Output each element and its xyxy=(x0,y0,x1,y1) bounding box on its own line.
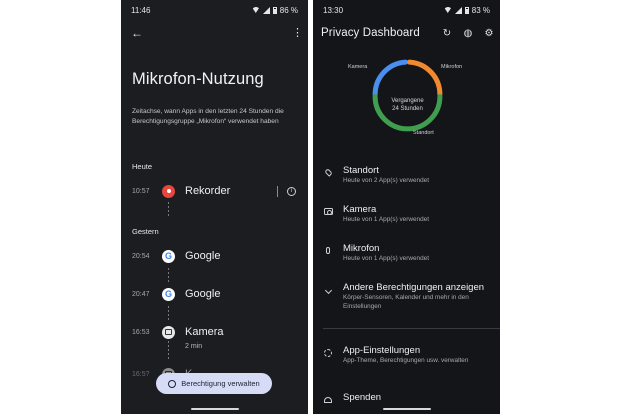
show-other-permissions[interactable]: Andere Berechtigungen anzeigen Körper-Se… xyxy=(313,282,500,311)
mic-arc xyxy=(407,59,443,97)
status-time: 13:30 xyxy=(323,5,344,15)
chevron-down-icon xyxy=(324,286,332,295)
item-subtitle: Körper-Sensoren, Kalender und mehr in de… xyxy=(343,294,469,310)
item-title: Andere Berechtigungen anzeigen xyxy=(343,282,485,293)
permission-item-microphone[interactable]: Mikrofon Heute von 1 App(s) verwendet xyxy=(313,243,500,264)
status-icons: 86 % xyxy=(251,5,298,15)
signal-icon xyxy=(262,6,270,14)
right-phone-screen: 13:30 83 % Privacy Dashboard ↻ ◍ ⚙ Kamer… xyxy=(313,0,500,414)
timeline-connector xyxy=(168,202,169,216)
entry-app: Kamera xyxy=(185,326,224,338)
entry-time: 20:54 xyxy=(132,252,150,260)
left-phone-screen: 11:46 86 % ← ⋮ Mikrofon-Nutzung Zeitachs… xyxy=(121,0,308,414)
battery-percent: 86 % xyxy=(279,5,298,15)
camera-icon xyxy=(162,325,175,339)
chart-label-location: Standort xyxy=(413,130,434,136)
section-today: Heute xyxy=(132,162,153,171)
timeline-entry[interactable]: 10:57 Rekorder i xyxy=(132,180,300,202)
app-settings-item[interactable]: App-Einstellungen App-Theme, Berechtigun… xyxy=(313,345,500,366)
camera-icon xyxy=(323,208,333,215)
battery-percent: 83 % xyxy=(471,5,490,15)
palette-icon[interactable]: ◍ xyxy=(462,27,474,39)
wifi-icon xyxy=(251,7,260,13)
chart-center-line1: Vergangene xyxy=(391,98,424,104)
item-subtitle: App-Theme, Berechtigungen usw. verwalten xyxy=(343,357,469,364)
status-time: 11:46 xyxy=(131,5,151,15)
entry-time: 20:47 xyxy=(132,290,150,298)
toolbar-actions: ↻ ◍ ⚙ xyxy=(441,27,495,39)
chart-center-line2: 24 Stunden xyxy=(392,106,423,112)
item-subtitle: Heute von 1 App(s) verwendet xyxy=(343,216,429,223)
section-yesterday: Gestern xyxy=(132,227,159,236)
item-title: App-Einstellungen xyxy=(343,345,421,356)
signal-icon xyxy=(454,6,462,14)
usage-donut-chart[interactable] xyxy=(368,55,447,134)
divider xyxy=(323,328,500,329)
entry-app: Google xyxy=(185,250,221,262)
item-subtitle: Heute von 2 App(s) verwendet xyxy=(343,177,429,184)
permission-item-location[interactable]: Standort Heute von 2 App(s) verwendet xyxy=(313,165,500,186)
timeline-entry[interactable]: 16:53 Kamera xyxy=(132,321,300,343)
timeline-entry[interactable]: 20:47 G Google xyxy=(132,283,300,305)
entry-app: Google xyxy=(185,288,221,300)
chart-label-camera: Kamera xyxy=(348,64,368,70)
recorder-icon xyxy=(162,184,175,198)
manage-permission-button[interactable]: Berechtigung verwalten xyxy=(156,373,272,394)
page-title: Privacy Dashboard xyxy=(321,27,420,39)
timeline-connector xyxy=(168,306,169,320)
settings-icon[interactable]: ⚙ xyxy=(483,27,495,39)
home-indicator[interactable] xyxy=(382,407,431,410)
status-icons: 83 % xyxy=(443,5,490,15)
timeline-connector xyxy=(168,268,169,282)
status-bar: 13:30 83 % xyxy=(313,0,500,20)
battery-icon xyxy=(464,6,469,14)
item-title: Standort xyxy=(343,165,379,176)
chart-label-mic: Mikrofon xyxy=(441,64,463,70)
donate-item[interactable]: Spenden xyxy=(313,392,500,404)
entry-time: 16:53 xyxy=(132,328,150,336)
home-indicator[interactable] xyxy=(190,407,239,410)
entry-time: 10:57 xyxy=(132,187,150,195)
permission-item-camera[interactable]: Kamera Heute von 1 App(s) verwendet xyxy=(313,204,500,225)
camera-arc xyxy=(372,59,408,97)
battery-icon xyxy=(272,6,277,14)
timeline-connector xyxy=(168,341,169,359)
gear-icon xyxy=(324,349,332,357)
heart-icon xyxy=(324,397,332,403)
manage-permission-label: Berechtigung verwalten xyxy=(181,379,260,388)
entry-duration: 2 min xyxy=(185,343,203,350)
item-title: Mikrofon xyxy=(343,243,380,254)
location-icon xyxy=(323,168,333,177)
more-options-icon[interactable]: ⋮ xyxy=(292,25,303,41)
divider xyxy=(277,185,278,197)
refresh-icon[interactable]: ↻ xyxy=(441,27,453,39)
info-icon[interactable]: i xyxy=(287,186,296,196)
item-title: Kamera xyxy=(343,204,377,215)
page-description: Zeitachse, wann Apps in den letzten 24 S… xyxy=(132,108,284,125)
entry-app: Rekorder xyxy=(185,185,231,197)
back-arrow-icon[interactable]: ← xyxy=(129,25,145,41)
page-title: Mikrofon-Nutzung xyxy=(132,70,264,88)
google-icon: G xyxy=(162,249,175,263)
wifi-icon xyxy=(443,7,452,13)
google-icon: G xyxy=(162,287,175,301)
status-bar: 11:46 86 % xyxy=(121,0,308,20)
item-subtitle: Heute von 1 App(s) verwendet xyxy=(343,255,429,262)
mic-icon xyxy=(326,247,330,254)
chart-center-text: Vergangene 24 Stunden xyxy=(368,97,447,113)
item-title: Spenden xyxy=(343,392,382,403)
timeline-entry[interactable]: 20:54 G Google xyxy=(132,245,300,267)
settings-icon xyxy=(168,379,177,388)
